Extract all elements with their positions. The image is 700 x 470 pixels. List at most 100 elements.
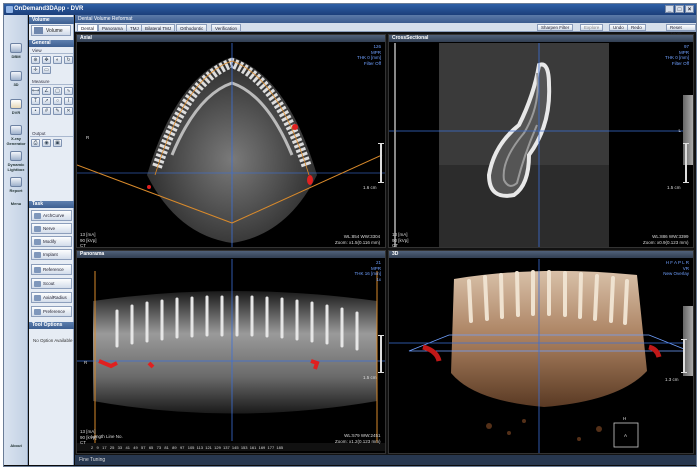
polyline-icon[interactable]: ⌇ [64,97,73,105]
tab-panorama[interactable]: Panorama [98,24,127,32]
panorama-r-marker: R [84,360,88,365]
delete-icon[interactable]: ✕ [64,107,73,115]
tab-verification[interactable]: Verification [211,24,242,32]
main-title: Dental Volume Reformat [75,15,696,23]
axial-scale-bar [378,143,384,183]
modify-icon [34,239,41,245]
zoom-icon[interactable]: ⊕ [31,56,40,64]
axial-scale-label: 1.6 cm [363,185,377,190]
axial-viewport[interactable]: Axial 126 MPR THK 0 [mm] Filter Off R 1.… [76,34,386,248]
cross-scale-label: 1.5 cm [667,185,681,190]
implant-icon [34,252,41,258]
cross-sectional-viewport[interactable]: CrossSectional 97 MPR THK 0 [mm] Filter … [388,34,694,248]
axial-r-marker: R [86,135,90,140]
maximize-button[interactable]: □ [675,5,684,13]
redo-button[interactable]: Redo [627,24,646,31]
dvr-3d-viewport[interactable]: 3D H F A P L R VR New Overlay 1.3 cm H A [388,250,694,454]
about-button[interactable]: About [5,443,27,448]
cross-bottom-right-info: WL:886 WW:3399 Zoom: x0.9(0.123 mm) [643,234,689,245]
module-xray-generator[interactable]: X-ray Generator [5,125,27,146]
reset-zoom-button[interactable]: Reset Zoom [666,24,696,36]
fine-tuning-bar[interactable]: Fine Tuning [75,455,696,465]
volume-button[interactable]: Volume [31,25,71,36]
undo-button[interactable]: Undo [609,24,628,31]
cross-scale-bar [683,143,689,183]
dvr-top-right-info: H F A P L R VR New Overlay [663,260,689,276]
module-3d[interactable]: 3D [5,71,27,87]
dvr-scale-label: 1.3 cm [665,377,679,382]
panorama-bottom-right-info: WL:579 WW:2451 Zoom: x1.2(0.123 mm) [335,433,381,444]
tab-dental[interactable]: Dental [77,24,99,32]
task-axialradius-button[interactable]: AxialRadius [31,292,72,303]
task-scout-button[interactable]: Scout [31,278,72,289]
tool-panel: Volume Volume General View ⊕ ✥ ◐ ↻ ✛ ▭ M… [29,15,74,465]
task-archcurve-button[interactable]: ArchCurve [31,210,72,221]
task-preference-button[interactable]: Preference [31,306,72,317]
camera-icon[interactable]: ◉ [42,139,51,147]
xray-icon [10,125,22,135]
volume-icon [34,27,43,34]
tab-orthodontic[interactable]: Orthodontic [176,24,208,32]
explore-button[interactable]: Explore [580,24,604,31]
text-icon[interactable]: T [31,97,40,105]
output-tools: ⎙ ◉ ▣ [31,139,73,147]
ruler-icon[interactable]: ⟷ [31,87,40,95]
ellipse-icon[interactable]: ○ [53,97,62,105]
point-icon[interactable]: • [31,107,40,115]
module-dynamic-lightbox[interactable]: Dynamic Lightbox [5,151,27,172]
measure-tools: ⟷ ∠ ▢ ∿ T ↗ ○ ⌇ • # ✎ ✕ [31,87,73,115]
general-header: General [29,40,74,47]
tool-options-text: No Option Available [33,338,73,343]
lightbox-icon [10,151,22,161]
save-icon[interactable]: ▣ [53,139,62,147]
angle-icon[interactable]: ∠ [42,87,51,95]
rotate-icon[interactable]: ↻ [64,56,73,64]
module-dvr[interactable]: DVR [5,99,27,115]
reference-icon [34,267,41,273]
sharpen-filter-button[interactable]: Sharpen Filter [537,24,574,31]
close-button[interactable]: × [685,5,694,13]
panorama-viewport[interactable]: Panorama 21 MPR THK 16 [mm] 1x R 1.5 cm … [76,250,386,454]
axialradius-icon [34,295,41,301]
view-tools: ⊕ ✥ ◐ ↻ ✛ ▭ [31,56,73,74]
task-modify-button[interactable]: Modify [31,236,72,247]
minimize-button[interactable]: _ [665,5,674,13]
axial-bottom-left-info: 13 [mA] 90 [kVp] CT [80,232,97,248]
task-reference-button[interactable]: Reference [31,264,72,275]
fit-icon[interactable]: ▭ [42,66,51,74]
panorama-scale-bar [378,335,384,373]
orientation-cube-label[interactable]: A [624,433,627,439]
tooth-icon [10,99,22,109]
database-icon [10,43,22,53]
hu-icon[interactable]: # [42,107,51,115]
profile-icon[interactable]: ∿ [64,87,73,95]
task-nerve-button[interactable]: Nerve [31,223,72,234]
module-sidebar: DBM 3D DVR X-ray Generator Dynamic Light… [4,15,28,465]
axial-bottom-right-info: WL:854 WW:3304 Zoom: x1.5(0.116 mm) [335,234,381,245]
tab-bilateral-tmj[interactable]: Bilateral TMJ [141,24,176,32]
cube-icon [10,71,22,81]
area-icon[interactable]: ▢ [53,87,62,95]
window-level-icon[interactable]: ◐ [53,56,62,64]
menu-button[interactable]: Menu [5,201,27,206]
module-dbm[interactable]: DBM [5,43,27,59]
output-label: Output [30,131,73,137]
cross-bottom-left-info: 13 [mA] 90 [kVp] CT [392,232,409,248]
note-icon[interactable]: ✎ [53,107,62,115]
dvr-scale-bar [681,339,687,373]
preference-icon [34,309,41,315]
task-header: Task [29,201,74,208]
cross-l-marker: L [678,128,681,133]
module-report[interactable]: Report [5,177,27,193]
volume-header: Volume [29,17,74,24]
app-icon [6,6,13,13]
crosshair-icon[interactable]: ✛ [31,66,40,74]
cross-sectional-image [389,43,693,247]
task-implant-button[interactable]: Implant [31,249,72,260]
scout-icon [34,281,41,287]
archcurve-icon [34,213,41,219]
app-window: OnDemand3DApp - DVR _ □ × DBM 3D DVR X-r… [3,3,697,467]
arrow-icon[interactable]: ↗ [42,97,51,105]
print-icon[interactable]: ⎙ [31,139,40,147]
pan-icon[interactable]: ✥ [42,56,51,64]
